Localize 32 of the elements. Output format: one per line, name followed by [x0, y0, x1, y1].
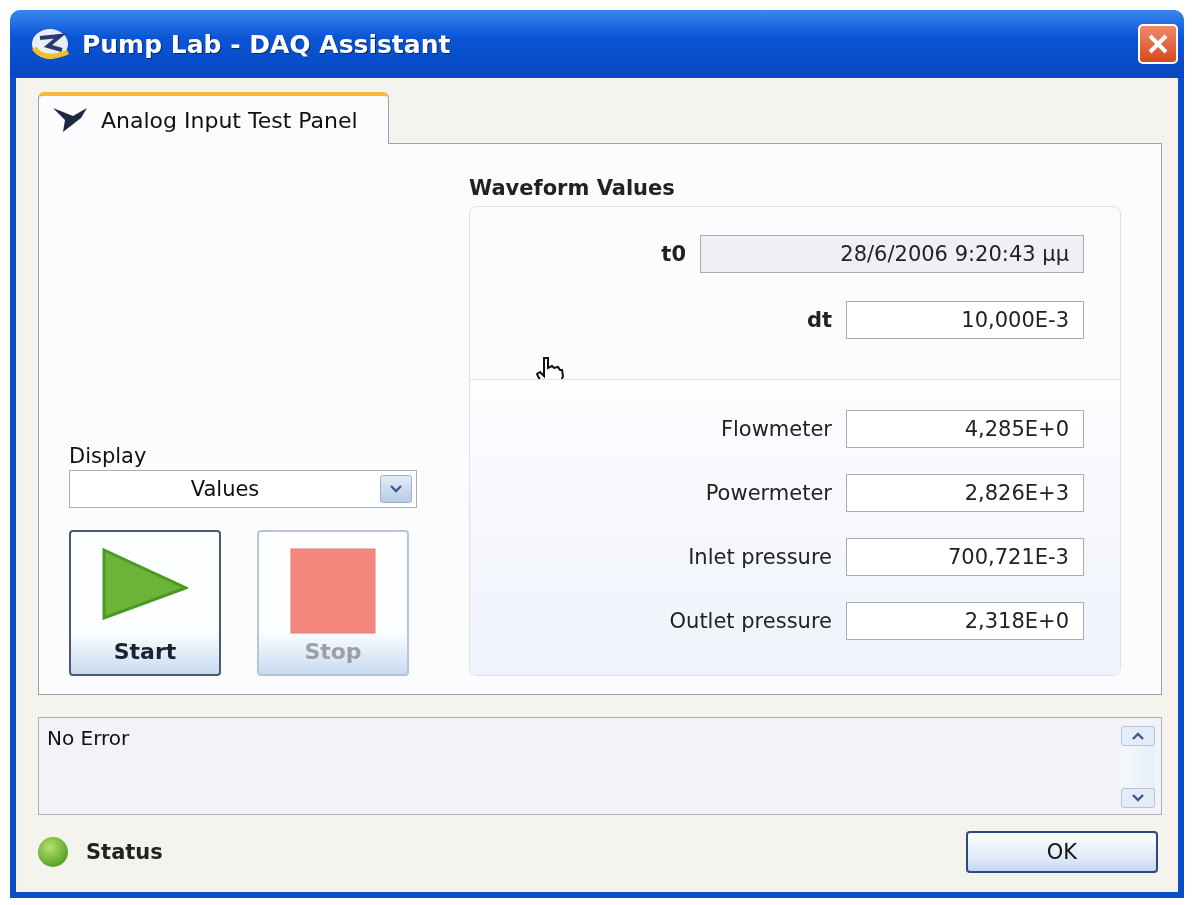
- group-title: Waveform Values: [469, 176, 676, 200]
- value-field: 2,826E+3: [846, 474, 1084, 512]
- stop-icon: [290, 548, 376, 634]
- value-field: 700,721E-3: [846, 538, 1084, 576]
- status-label: Status: [86, 840, 163, 864]
- channel-label: Outlet pressure: [669, 609, 832, 633]
- chevron-down-icon: [389, 485, 403, 493]
- window-title: Pump Lab - DAQ Assistant: [82, 29, 452, 59]
- value-field: 10,000E-3: [846, 301, 1084, 339]
- app-logo-icon: [30, 26, 72, 62]
- close-icon: [1147, 33, 1169, 55]
- value-field: 4,285E+0: [846, 410, 1084, 448]
- chevron-down-icon: [1131, 794, 1145, 802]
- ok-button[interactable]: OK: [966, 831, 1158, 873]
- error-text: No Error: [47, 726, 131, 752]
- display-dropdown[interactable]: Values: [69, 470, 417, 508]
- field-label: t0: [661, 242, 686, 266]
- field-label: dt: [806, 308, 832, 332]
- panel-tab[interactable]: Analog Input Test Panel: [38, 92, 389, 144]
- close-button[interactable]: [1138, 24, 1178, 64]
- value-field: 2,318E+0: [846, 602, 1084, 640]
- channel-label: Inlet pressure: [688, 545, 832, 569]
- scroll-down-button[interactable]: [1121, 788, 1155, 808]
- chevron-up-icon: [1131, 732, 1145, 740]
- value-field: 28/6/2006 9:20:43 μμ: [700, 235, 1084, 273]
- play-icon: [102, 548, 188, 620]
- channel-label: Powermeter: [705, 481, 832, 505]
- dropdown-button[interactable]: [380, 475, 412, 503]
- display-label: Display: [69, 444, 148, 468]
- channel-label: Flowmeter: [720, 417, 832, 441]
- start-button[interactable]: Start: [69, 530, 221, 676]
- scroll-up-button[interactable]: [1121, 726, 1155, 746]
